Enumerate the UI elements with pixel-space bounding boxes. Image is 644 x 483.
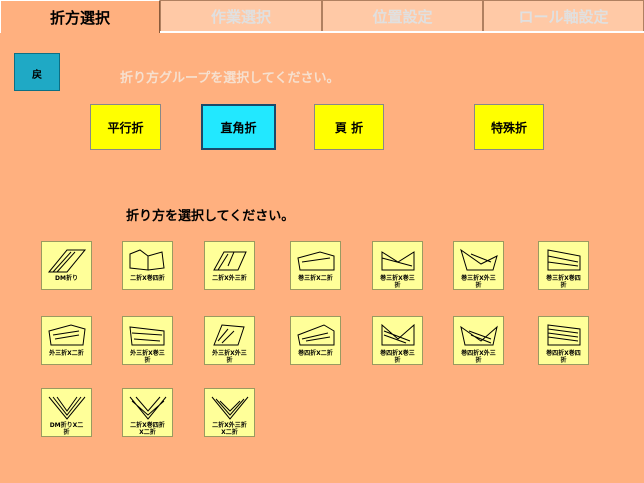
fold-option-5[interactable]: 巻三折X巻三 折 xyxy=(372,241,423,290)
fold-option-4[interactable]: 巻三折X二折 xyxy=(290,241,341,290)
fold-option-label: DM折り xyxy=(55,275,78,282)
fold-option-3[interactable]: 二折X外三折 xyxy=(204,241,255,290)
fold-option-13[interactable]: 巻四折X外三 折 xyxy=(453,316,504,365)
fold-diagram-icon xyxy=(129,396,166,420)
fold-diagram-icon xyxy=(296,324,334,346)
fold-diagram-icon xyxy=(47,324,86,346)
tab-roll-axis-settings[interactable]: ロール軸設定 xyxy=(483,0,644,31)
back-button[interactable]: 戻 xyxy=(14,53,60,91)
fold-option-10[interactable]: 外三折X外三 折 xyxy=(204,316,255,365)
fold-option-12[interactable]: 巻四折X巻三 折 xyxy=(372,316,423,365)
fold-option-1[interactable]: DM折り xyxy=(41,241,92,290)
fold-option-label: 二折X外三折 xyxy=(212,275,247,282)
fold-diagram-icon xyxy=(547,249,580,271)
fold-diagram-icon xyxy=(296,251,334,271)
fold-option-label: 外三折X巻三 折 xyxy=(130,350,165,364)
fold-option-label: 巻三折X外三 折 xyxy=(461,275,496,289)
fold-option-15[interactable]: DM折りX二 折 xyxy=(41,388,92,437)
tab-work-selection[interactable]: 作業選択 xyxy=(160,0,322,31)
fold-diagram-icon xyxy=(459,325,498,346)
fold-option-11[interactable]: 巻四折X二折 xyxy=(290,316,341,365)
fold-option-7[interactable]: 巻三折X巻四 折 xyxy=(538,241,589,290)
tab-bar: 折方選択 作業選択 位置設定 ロール軸設定 xyxy=(0,0,644,33)
fold-option-label: 巻三折X巻四 折 xyxy=(546,275,581,289)
fold-diagram-icon xyxy=(211,396,248,420)
group-button-right-angle[interactable]: 直角折 xyxy=(201,104,276,150)
tab-position-settings[interactable]: 位置設定 xyxy=(322,0,483,31)
fold-option-label: 巻三折X二折 xyxy=(298,275,333,282)
fold-diagram-icon xyxy=(212,324,245,346)
fold-option-label: 外三折X外三 折 xyxy=(212,350,247,364)
fold-option-14[interactable]: 巻四折X巻四 折 xyxy=(538,316,589,365)
tab-divider xyxy=(160,31,644,33)
fold-diagram-icon xyxy=(381,251,414,271)
fold-option-label: 二折X巻四折 X二折 xyxy=(130,422,165,436)
fold-option-label: 外三折X二折 xyxy=(49,350,84,357)
fold-option-label: 巻三折X巻三 折 xyxy=(380,275,415,289)
fold-prompt: 折り方を選択してください。 xyxy=(126,209,295,224)
fold-option-label: 巻四折X二折 xyxy=(298,350,333,357)
fold-option-6[interactable]: 巻三折X外三 折 xyxy=(453,241,504,290)
fold-diagram-icon xyxy=(128,326,164,346)
fold-diagram-icon xyxy=(47,249,86,273)
fold-option-label: 二折X巻四折 xyxy=(130,275,165,282)
fold-option-17[interactable]: 二折X外三折 X二折 xyxy=(204,388,255,437)
fold-diagram-icon xyxy=(212,251,247,271)
fold-option-label: DM折りX二 折 xyxy=(49,422,84,436)
fold-option-8[interactable]: 外三折X二折 xyxy=(41,316,92,365)
fold-option-label: 巻四折X巻三 折 xyxy=(380,350,415,364)
fold-diagram-icon xyxy=(459,248,498,271)
fold-diagram-icon xyxy=(48,396,85,420)
fold-option-9[interactable]: 外三折X巻三 折 xyxy=(122,316,173,365)
fold-option-label: 巻四折X巻四 折 xyxy=(546,350,581,364)
tab-fold-selection[interactable]: 折方選択 xyxy=(0,0,160,33)
fold-option-label: 巻四折X外三 折 xyxy=(461,350,496,364)
fold-option-label: 二折X外三折 X二折 xyxy=(212,422,247,436)
fold-diagram-icon xyxy=(381,323,414,346)
group-button-special[interactable]: 特殊折 xyxy=(474,104,544,150)
fold-option-2[interactable]: 二折X巻四折 xyxy=(122,241,173,290)
fold-diagram-icon xyxy=(129,249,165,271)
fold-diagram-icon xyxy=(547,324,580,346)
fold-option-16[interactable]: 二折X巻四折 X二折 xyxy=(122,388,173,437)
group-prompt: 折り方グループを選択してください。 xyxy=(120,71,340,86)
group-button-parallel[interactable]: 平行折 xyxy=(90,104,161,150)
group-button-page[interactable]: 頁 折 xyxy=(314,104,384,150)
